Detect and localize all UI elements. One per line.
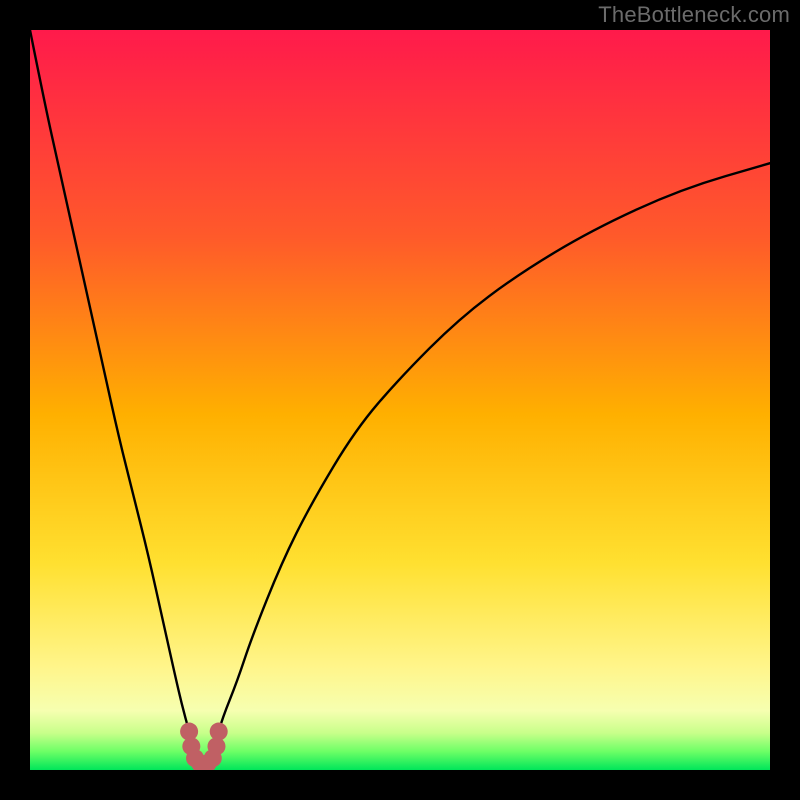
marker-dot [210,723,228,741]
chart-svg [30,30,770,770]
gradient-background [30,30,770,770]
chart-plot-area [30,30,770,770]
chart-frame: TheBottleneck.com [0,0,800,800]
watermark-text: TheBottleneck.com [598,2,790,28]
